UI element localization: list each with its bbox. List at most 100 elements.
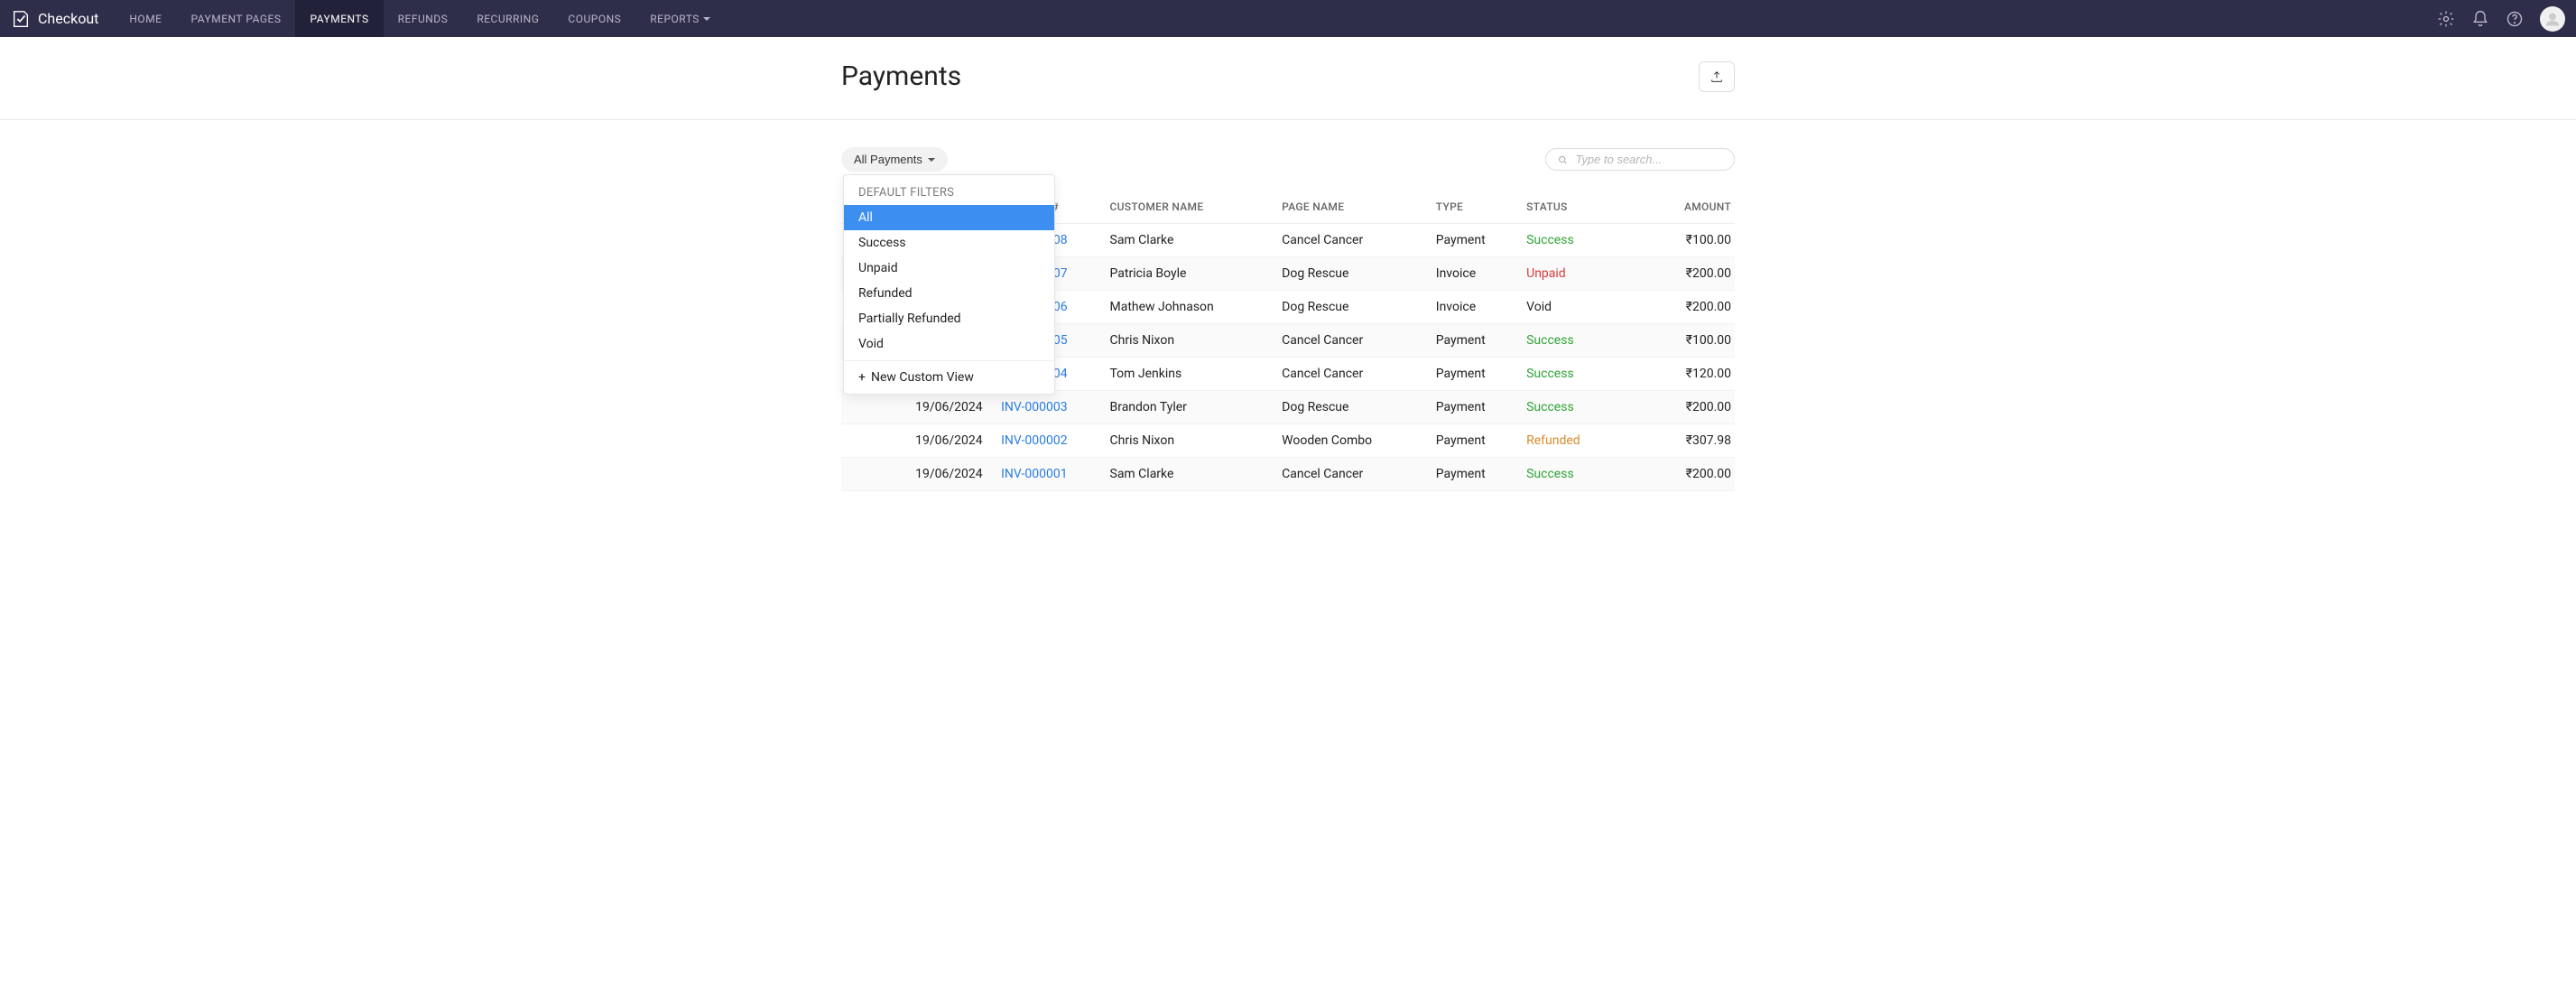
cell-payment: INV-000003 [992,391,1100,424]
cell-amount: ₹100.00 [1645,324,1735,358]
cell-amount: ₹307.98 [1645,424,1735,458]
cell-customer: Tom Jenkins [1101,358,1274,391]
cell-customer: Mathew Johnason [1101,291,1274,324]
new-view-label: New Custom View [871,370,974,385]
cell-type: Invoice [1427,257,1517,291]
cell-payment: INV-000002 [992,424,1100,458]
cell-status: Success [1517,391,1644,424]
cell-amount: ₹100.00 [1645,224,1735,257]
cell-status: Unpaid [1517,257,1644,291]
nav-item-label: HOME [129,13,162,25]
row-checkbox-cell [841,424,872,458]
nav-item-label: PAYMENT PAGES [191,13,282,25]
column-header[interactable]: AMOUNT [1645,190,1735,224]
filter-option-void[interactable]: Void [844,331,1054,357]
page-title: Payments [841,60,961,92]
export-button[interactable] [1699,61,1735,92]
cell-customer: Chris Nixon [1101,424,1274,458]
cell-page: Dog Rescue [1273,391,1427,424]
nav-item-refunds[interactable]: REFUNDS [384,0,463,37]
cell-date: 19/06/2024 [872,391,992,424]
cell-status: Success [1517,324,1644,358]
brand-label: Checkout [38,10,98,27]
cell-page: Cancel Cancer [1273,224,1427,257]
cell-amount: ₹200.00 [1645,458,1735,491]
nav-item-payment-pages[interactable]: PAYMENT PAGES [177,0,296,37]
filter-dropdown-trigger[interactable]: All Payments [841,147,948,172]
settings-gear-icon[interactable] [2437,10,2455,28]
cell-payment: INV-000001 [992,458,1100,491]
page-header: Payments [0,37,2576,120]
cell-type: Payment [1427,391,1517,424]
column-header[interactable]: PAGE NAME [1273,190,1427,224]
cell-type: Payment [1427,358,1517,391]
nav-item-label: REPORTS [650,13,700,25]
topbar-right [2437,6,2565,32]
payment-link[interactable]: INV-000003 [1001,400,1068,414]
notifications-bell-icon[interactable] [2471,10,2489,28]
cell-customer: Chris Nixon [1101,324,1274,358]
row-checkbox-cell [841,458,872,491]
row-checkbox-cell [841,391,872,424]
table-row[interactable]: 19/06/2024 INV-000002 Chris NixonWooden Co… [841,424,1735,458]
column-header[interactable]: STATUS [1517,190,1644,224]
table-row[interactable]: 19/06/2024INV-000001Sam ClarkeCancel Can… [841,458,1735,491]
cell-amount: ₹200.00 [1645,257,1735,291]
filter-option-refunded[interactable]: Refunded [844,281,1054,306]
cell-type: Payment [1427,324,1517,358]
payment-link[interactable]: INV-000001 [1001,467,1068,481]
cell-status: Success [1517,224,1644,257]
filter-option-unpaid[interactable]: Unpaid [844,256,1054,281]
cell-customer: Brandon Tyler [1101,391,1274,424]
nav-item-recurring[interactable]: RECURRING [462,0,553,37]
cell-page: Dog Rescue [1273,257,1427,291]
nav-item-payments[interactable]: PAYMENTS [295,0,383,37]
filter-option-partially-refunded[interactable]: Partially Refunded [844,306,1054,331]
nav-item-reports[interactable]: REPORTS [635,0,725,37]
nav-item-label: RECURRING [477,13,539,25]
nav-item-label: PAYMENTS [310,13,368,25]
cell-amount: ₹200.00 [1645,391,1735,424]
cell-amount: ₹200.00 [1645,291,1735,324]
checkout-logo-icon [11,9,31,29]
column-header[interactable]: TYPE [1427,190,1517,224]
dropdown-header: DEFAULT FILTERS [844,179,1054,205]
cell-type: Payment [1427,424,1517,458]
cell-page: Cancel Cancer [1273,358,1427,391]
help-icon[interactable] [2506,10,2524,28]
table-row[interactable]: 19/06/2024 INV-000003 Brandon TylerDog Res… [841,391,1735,424]
search-wrap[interactable] [1545,148,1735,171]
cell-status: Refunded [1517,424,1644,458]
cell-date: 19/06/2024 [872,458,992,491]
filter-dropdown: DEFAULT FILTERS AllSuccessUnpaidRefunded… [843,174,1055,395]
new-custom-view[interactable]: + New Custom View [844,365,1054,390]
cell-date: 19/06/2024 [872,424,992,458]
cell-page: Wooden Combo [1273,424,1427,458]
cell-status: Success [1517,458,1644,491]
content: All Payments DEFAULT FILTERS AllSuccessU… [841,147,1735,491]
search-icon [1557,153,1568,166]
cell-type: Invoice [1427,291,1517,324]
nav-item-coupons[interactable]: COUPONS [553,0,635,37]
cell-amount: ₹120.00 [1645,358,1735,391]
dropdown-divider [844,360,1054,361]
brand[interactable]: Checkout [0,9,115,29]
filter-option-success[interactable]: Success [844,230,1054,256]
payment-link[interactable]: INV-000002 [1001,433,1068,448]
cell-type: Payment [1427,224,1517,257]
cell-status: Void [1517,291,1644,324]
nav: HOME PAYMENT PAGES PAYMENTS REFUNDS RECURRIN… [115,0,725,37]
toolbar: All Payments DEFAULT FILTERS AllSuccessU… [841,147,1735,172]
export-icon [1710,70,1724,84]
caret-down-icon [928,158,935,162]
cell-customer: Sam Clarke [1101,458,1274,491]
user-avatar[interactable] [2540,6,2565,32]
nav-item-home[interactable]: HOME [115,0,176,37]
caret-down-icon [703,17,710,21]
column-header[interactable]: CUSTOMER NAME [1101,190,1274,224]
filter-option-all[interactable]: All [844,205,1054,230]
cell-type: Payment [1427,458,1517,491]
cell-status: Success [1517,358,1644,391]
cell-customer: Sam Clarke [1101,224,1274,257]
search-input[interactable] [1575,153,1723,166]
